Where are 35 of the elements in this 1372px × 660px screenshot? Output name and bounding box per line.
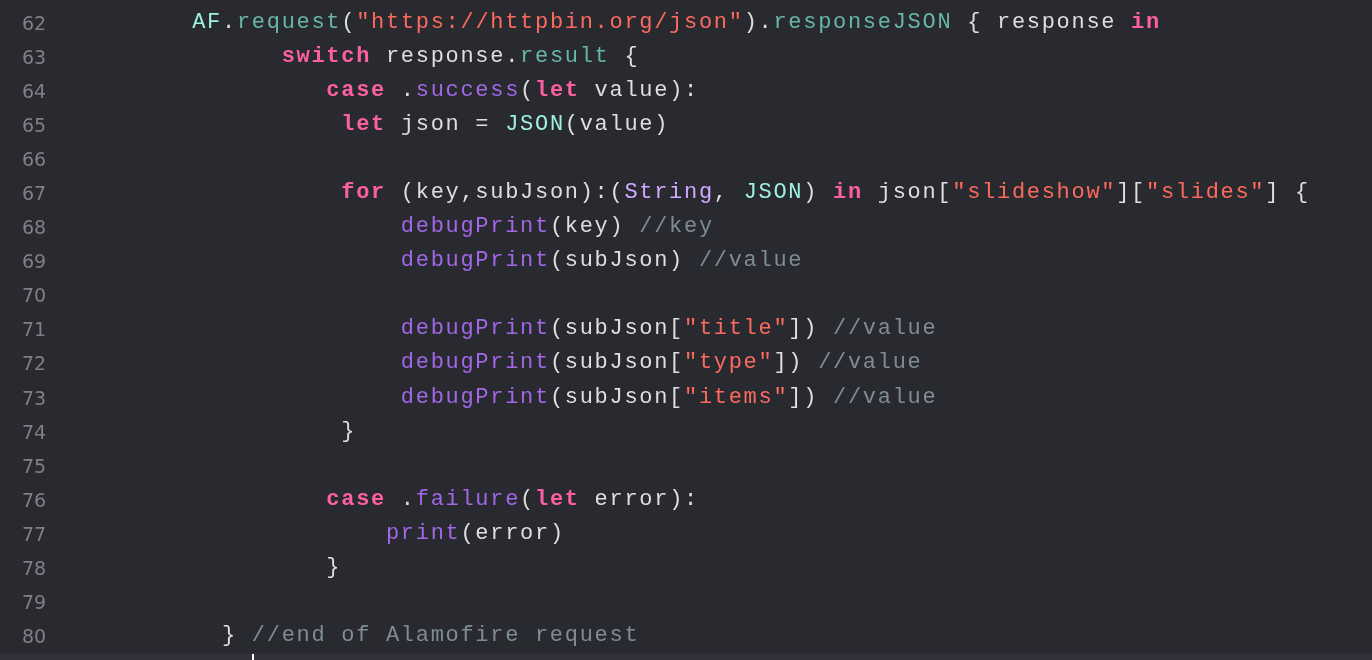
line-number: 67: [21, 181, 48, 207]
code-line: debugPrint(key) //key: [399, 213, 714, 242]
line-number: 63: [21, 45, 48, 71]
line-number: 71: [21, 317, 48, 343]
line-number: 65: [21, 113, 48, 139]
line-number: 64: [21, 79, 48, 105]
text-cursor: [252, 654, 254, 660]
code-line: debugPrint(subJson) //value: [399, 247, 804, 276]
code-line: case .success(let value):: [325, 77, 699, 106]
code-line: for (key,subJson):(String, JSON) in json["slideshow"]["slides"] {: [340, 179, 1310, 208]
code-line: }: [340, 417, 357, 446]
code-line: debugPrint(subJson["type"]) //value: [399, 349, 923, 378]
line-number: 73: [21, 385, 48, 411]
code-line: }: [325, 553, 342, 582]
code-line: AF.request("https://httpbin.org/json").responseJSON { response in: [191, 9, 1161, 37]
line-number: 79: [21, 589, 48, 615]
line-number: 62: [21, 11, 48, 36]
line-number: 76: [21, 487, 48, 513]
code-line: debugPrint(subJson["items"]) //value: [399, 383, 938, 412]
code-line: } //end of Alamofire request: [221, 621, 640, 650]
code-line: case .failure(let error):: [325, 485, 699, 514]
line-number: 80: [21, 623, 48, 649]
line-number: 68: [21, 215, 48, 241]
line-number: 66: [21, 147, 48, 173]
line-number: 70: [21, 283, 48, 309]
code-line: print(error): [384, 519, 565, 548]
code-line: switch response.result {: [280, 43, 640, 72]
code-line: let json = JSON(value): [340, 111, 670, 140]
line-number: 74: [21, 419, 48, 445]
line-number: 75: [21, 453, 48, 479]
code-line: debugPrint(subJson["title"]) //value: [399, 315, 938, 344]
line-number: 72: [21, 351, 48, 377]
line-number: 69: [21, 249, 48, 275]
line-number: 77: [21, 521, 48, 547]
line-number: 78: [21, 555, 48, 581]
